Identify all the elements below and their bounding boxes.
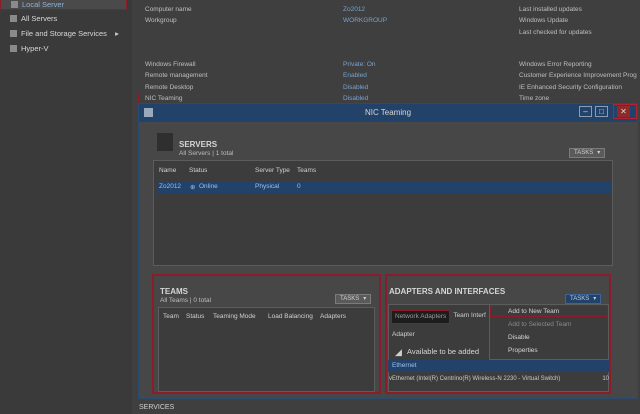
column-header[interactable]: Load Balancing: [268, 313, 313, 320]
prop-label: Windows Error Reporting: [519, 61, 592, 68]
tasks-label: TASKS: [340, 296, 360, 302]
chevron-down-icon: ▾: [593, 296, 597, 302]
prop-label: Workgroup: [145, 17, 177, 24]
sidebar-item-file-storage[interactable]: File and Storage Services ▸: [10, 29, 119, 38]
menu-item-disable[interactable]: Disable: [508, 334, 530, 341]
prop-label: Remote management: [145, 72, 208, 79]
chevron-down-icon: ▾: [597, 150, 601, 156]
prop-label: Time zone: [519, 95, 550, 102]
tasks-label: TASKS: [574, 150, 594, 156]
column-header[interactable]: Name: [159, 167, 176, 174]
group-label: Available to be added: [407, 347, 480, 356]
servers-icon: [157, 133, 173, 151]
sidebar-item-local-server[interactable]: Local Server: [0, 0, 127, 10]
prop-label: Windows Update: [519, 17, 569, 24]
servers-tasks-button[interactable]: TASKS ▾: [569, 148, 606, 158]
server-status: Online: [199, 183, 218, 190]
sidebar-item-label: Local Server: [22, 0, 65, 9]
server-manager-sidebar: Local Server All Servers File and Storag…: [0, 0, 132, 414]
column-header[interactable]: Teaming Mode: [213, 313, 256, 320]
prop-value-link[interactable]: Disabled: [343, 84, 368, 91]
window-titlebar[interactable]: NIC Teaming – □ ✕: [139, 104, 637, 122]
sidebar-item-hyper-v[interactable]: Hyper-V: [10, 44, 49, 53]
prop-value-link[interactable]: Private: On: [343, 61, 376, 68]
table-row[interactable]: Ethernet: [388, 360, 609, 372]
menu-item-add-selected-team[interactable]: Add to Selected Team: [508, 321, 571, 328]
servers-icon: [10, 15, 17, 22]
adapters-section: ADAPTERS AND INTERFACES TASKS ▾ Network A…: [385, 274, 611, 394]
prop-label: Windows Firewall: [145, 61, 196, 68]
column-header[interactable]: Status: [189, 167, 207, 174]
servers-grid: [153, 160, 613, 266]
column-header[interactable]: Adapters: [320, 313, 346, 320]
close-highlight: [613, 104, 637, 119]
adapters-title: ADAPTERS AND INTERFACES: [389, 287, 506, 296]
adapter-name: vEthernet (Intel(R) Centrino(R) Wireless…: [389, 376, 561, 382]
prop-label: IE Enhanced Security Configuration: [519, 84, 622, 91]
prop-label: Customer Experience Improvement Prog: [519, 72, 637, 79]
menu-item-add-new-team[interactable]: Add to New Team: [508, 308, 559, 315]
sidebar-item-label: Hyper-V: [21, 44, 49, 53]
minimize-button[interactable]: –: [579, 106, 592, 117]
nic-teaming-window: NIC Teaming – □ ✕ SERVERS All Servers | …: [138, 103, 638, 399]
tab-team-interfaces[interactable]: Team Interf: [450, 310, 489, 324]
adapter-speed: 10: [602, 376, 609, 382]
prop-value-link[interactable]: Enabled: [343, 72, 367, 79]
teams-subtitle: All Teams | 0 total: [160, 297, 212, 304]
storage-icon: [10, 30, 17, 37]
teams-tasks-button[interactable]: TASKS ▾: [335, 294, 372, 304]
server-icon: [11, 0, 18, 8]
window-title: NIC Teaming: [364, 108, 412, 117]
column-header[interactable]: Team: [163, 313, 179, 320]
column-header[interactable]: Adapter: [392, 331, 415, 338]
column-header[interactable]: Teams: [297, 167, 316, 174]
prop-label: Last installed updates: [519, 6, 582, 13]
table-row[interactable]: Zo2012 ⊕ Online Physical 0: [157, 181, 611, 193]
servers-subtitle: All Servers | 1 total: [179, 150, 234, 157]
sidebar-item-label: File and Storage Services: [21, 29, 107, 38]
chevron-down-icon: ▾: [363, 296, 367, 302]
server-teams: 0: [297, 183, 301, 190]
server-type: Physical: [255, 183, 280, 190]
column-header[interactable]: Status: [186, 313, 204, 320]
sidebar-item-label: All Servers: [21, 14, 58, 23]
hyperv-icon: [10, 45, 17, 52]
collapse-icon[interactable]: ◢: [395, 347, 402, 358]
teams-section: TEAMS All Teams | 0 total TASKS ▾ Team St…: [152, 274, 381, 394]
sidebar-item-all-servers[interactable]: All Servers: [10, 14, 57, 23]
tab-network-adapters[interactable]: Network Adapters: [391, 310, 451, 324]
prop-label: Last checked for updates: [519, 29, 592, 36]
tasks-label: TASKS: [570, 296, 590, 302]
teams-title: TEAMS: [160, 287, 188, 296]
status-icon: ⊕: [190, 184, 196, 191]
adapter-name: Ethernet: [392, 362, 417, 369]
menu-item-properties[interactable]: Properties: [508, 347, 538, 354]
prop-value-link[interactable]: WORKGROUP: [343, 17, 387, 24]
prop-label: Remote Desktop: [145, 84, 194, 91]
maximize-button[interactable]: □: [595, 106, 608, 117]
adapters-tabs: Network Adapters Team Interf: [391, 310, 489, 326]
tasks-context-menu: Add to New Team Add to Selected Team Dis…: [489, 304, 609, 360]
servers-title: SERVERS: [179, 140, 218, 149]
prop-label: Computer name: [145, 6, 192, 13]
adapters-tasks-button[interactable]: TASKS ▾: [565, 294, 602, 304]
column-header[interactable]: Server Type: [255, 167, 290, 174]
chevron-right-icon: ▸: [115, 29, 119, 38]
table-row[interactable]: vEthernet (Intel(R) Centrino(R) Wireless…: [389, 376, 609, 382]
server-name: Zo2012: [159, 183, 182, 190]
services-heading: SERVICES: [139, 404, 175, 411]
prop-value-link[interactable]: Zo2012: [343, 6, 365, 13]
